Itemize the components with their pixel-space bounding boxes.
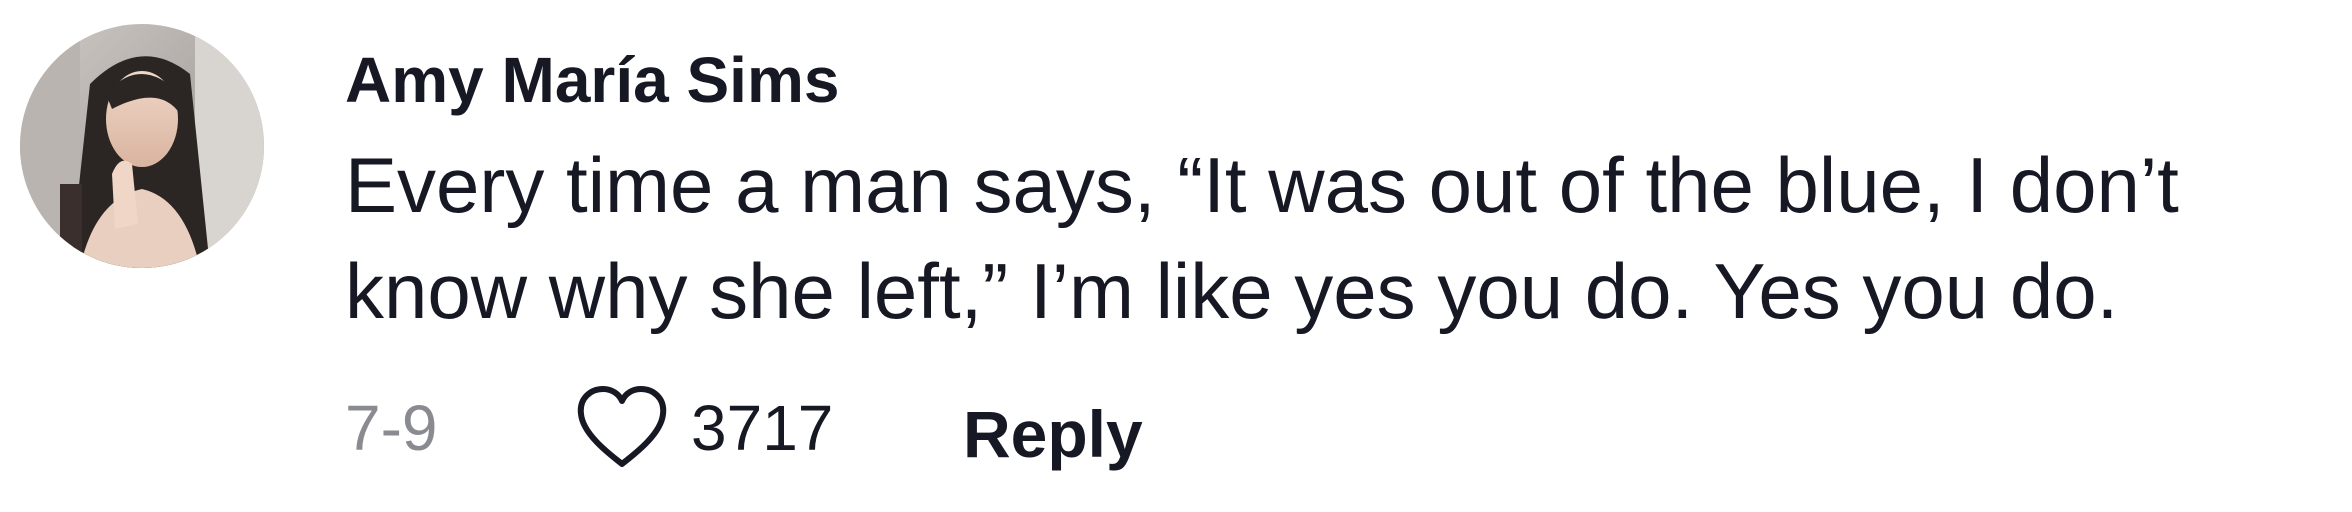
comment-item: Amy María Sims Every time a man says, “I… xyxy=(0,0,2352,512)
comment-text-line: Every time a man says, “It was out of th… xyxy=(345,141,2179,229)
comment-meta: 7-9 3717 Reply xyxy=(345,382,1845,474)
heart-icon xyxy=(577,386,667,467)
avatar[interactable] xyxy=(20,24,264,268)
like-button[interactable]: 3717 xyxy=(575,382,833,474)
reply-button[interactable]: Reply xyxy=(963,394,1143,474)
like-count: 3717 xyxy=(691,392,834,464)
comment-text: Every time a man says, “It was out of th… xyxy=(345,132,2340,344)
username[interactable]: Amy María Sims xyxy=(345,40,839,120)
comment-date: 7-9 xyxy=(345,392,438,464)
avatar-photo xyxy=(20,24,264,268)
comment-text-line: know why she left,” I’m like yes you do.… xyxy=(345,247,2119,335)
